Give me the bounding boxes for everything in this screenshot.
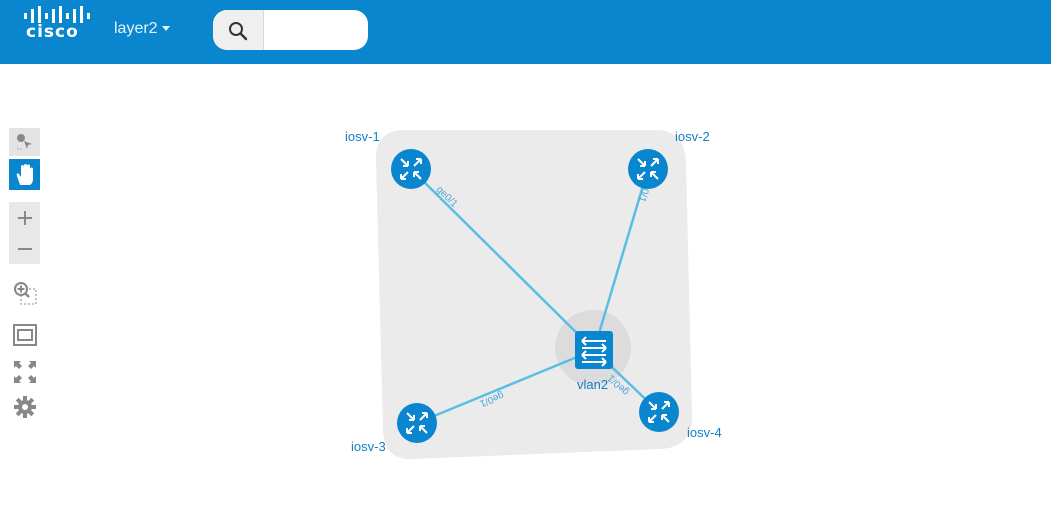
caret-down-icon [161, 26, 170, 32]
node-label-iosv-4: iosv-4 [687, 425, 722, 440]
search-button[interactable] [213, 10, 264, 50]
search-input[interactable] [264, 10, 364, 50]
router-node-iosv-3[interactable] [397, 403, 437, 443]
switch-node-vlan2[interactable] [575, 331, 613, 369]
node-label-iosv-3: iosv-3 [351, 439, 386, 454]
node-label-iosv-2: iosv-2 [675, 129, 710, 144]
node-label-vlan2: vlan2 [577, 377, 608, 392]
router-node-iosv-4[interactable] [639, 392, 679, 432]
brand-name: cisco [26, 22, 79, 42]
router-node-iosv-1[interactable] [391, 149, 431, 189]
topology-canvas[interactable]: ge0/1 ge0/1 ge0/1 ge0/1 iosv-1 iosv-2 io… [0, 64, 1051, 532]
router-node-iosv-2[interactable] [628, 149, 668, 189]
node-label-iosv-1: iosv-1 [345, 129, 380, 144]
search-icon [229, 22, 248, 41]
topology-selector[interactable]: layer2 [114, 20, 170, 38]
topology-name: layer2 [114, 20, 158, 37]
top-bar: cisco layer2 [0, 0, 1051, 64]
search-box [213, 10, 368, 50]
